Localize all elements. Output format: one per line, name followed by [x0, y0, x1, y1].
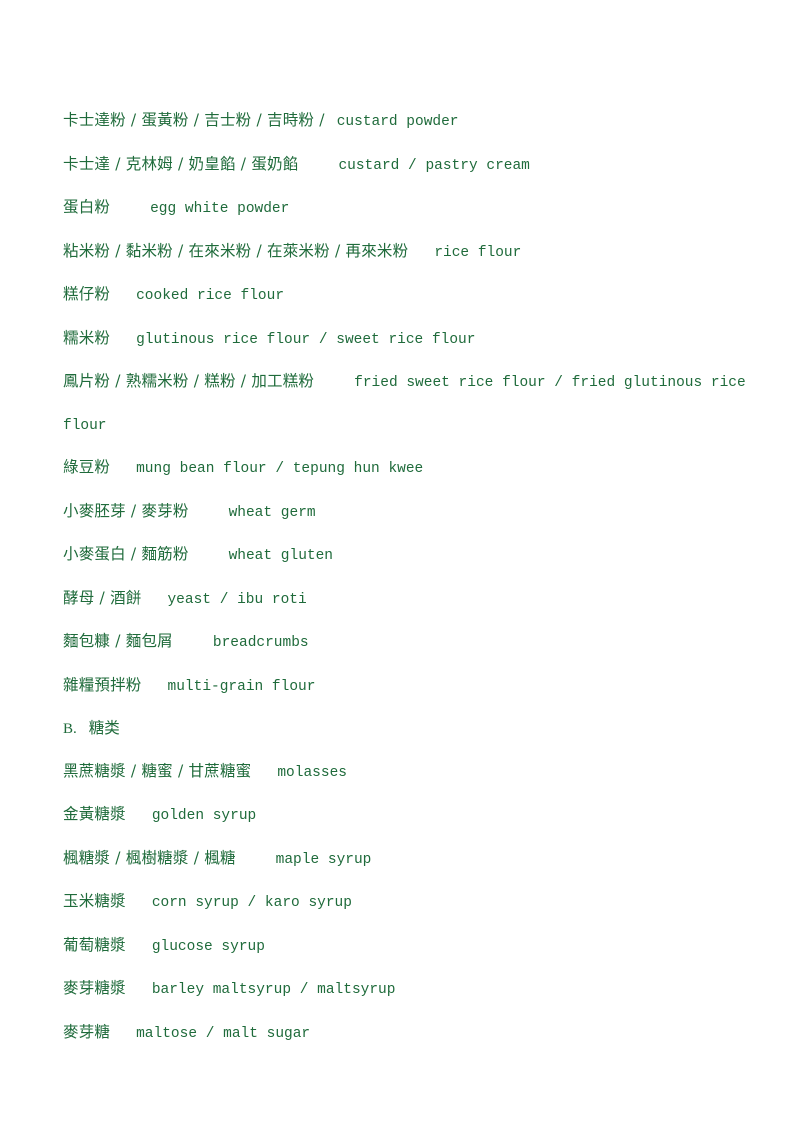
glossary-entry: 葡萄糖漿 glucose syrup [63, 925, 753, 969]
term-chinese: 小麥胚芽 / 麥芽粉 [63, 501, 189, 520]
term-english: egg white powder [150, 201, 290, 217]
term-chinese: 麥芽糖 [63, 1022, 111, 1041]
term-chinese: 黑蔗糖漿 / 糖蜜 / 甘蔗糖蜜 [63, 761, 252, 780]
term-chinese: 葡萄糖漿 [63, 935, 126, 954]
term-chinese: 金黃糖漿 [63, 805, 126, 823]
document-page: 卡士達粉 / 蛋黃粉 / 吉士粉 / 吉時粉 / custard powder 卡士… [0, 0, 794, 1123]
term-english: molasses [277, 764, 347, 781]
term-chinese: 綠豆粉 [63, 458, 111, 476]
term-english: barley maltsyrup / maltsyrup [151, 982, 396, 998]
term-english: glutinous rice flour / sweet rice flour [136, 331, 476, 348]
term-chinese: 卡士達 / 克林姆 / 奶皇餡 / 蛋奶餡 [63, 154, 299, 173]
term-english: yeast / ibu roti [167, 591, 307, 608]
term-english: custard / pastry cream [338, 157, 530, 174]
glossary-entry: 小麥蛋白 / 麵筋粉 wheat gluten [63, 534, 753, 578]
term-chinese: 鳳片粉 / 熟糯米粉 / 糕粉 / 加工糕粉 [63, 372, 315, 390]
term-chinese: 玉米糖漿 [63, 892, 126, 910]
term-english: breadcrumbs [212, 635, 309, 651]
term-chinese: 麵包糠 / 麵包屑 [63, 632, 173, 650]
term-english: maltose / malt sugar [136, 1025, 311, 1042]
term-english: rice flour [434, 244, 522, 261]
glossary-entry: 小麥胚芽 / 麥芽粉 wheat germ [63, 491, 753, 535]
term-chinese: 蛋白粉 [63, 198, 111, 216]
term-english: glucose syrup [151, 938, 265, 955]
term-chinese: 麥芽糖漿 [63, 979, 126, 997]
term-english: golden syrup [151, 808, 257, 824]
glossary-entry: 黑蔗糖漿 / 糖蜜 / 甘蔗糖蜜 molasses [63, 751, 753, 795]
glossary-entry: 酵母 / 酒餅 yeast / ibu roti [63, 578, 753, 622]
term-chinese: 小麥蛋白 / 麵筋粉 [63, 545, 189, 563]
glossary-entry: 楓糖漿 / 楓樹糖漿 / 楓糖 maple syrup [63, 838, 753, 882]
term-english: wheat gluten [228, 548, 333, 564]
term-chinese: 楓糖漿 / 楓樹糖漿 / 楓糖 [63, 848, 236, 867]
glossary-entry-list: 卡士達粉 / 蛋黃粉 / 吉士粉 / 吉時粉 / custard powder 卡士… [63, 100, 753, 1055]
glossary-entry: 鳳片粉 / 熟糯米粉 / 糕粉 / 加工糕粉 fried sweet rice f… [63, 361, 753, 447]
term-english: wheat germ [228, 504, 316, 521]
term-english: corn syrup / karo syrup [151, 895, 352, 911]
glossary-entry: 金黃糖漿 golden syrup [63, 794, 753, 838]
glossary-entry: 麥芽糖 maltose / malt sugar [63, 1012, 753, 1056]
glossary-entry: 粘米粉 / 黏米粉 / 在來米粉 / 在萊米粉 / 再來米粉 rice flour [63, 231, 753, 275]
term-english: maple syrup [275, 851, 372, 868]
glossary-entry: 綠豆粉 mung bean flour / tepung hun kwee [63, 447, 753, 491]
term-chinese: 粘米粉 / 黏米粉 / 在來米粉 / 在萊米粉 / 再來米粉 [63, 241, 409, 260]
term-chinese: 糕仔粉 [63, 285, 111, 303]
term-english: cooked rice flour [136, 288, 285, 304]
section-label: 糖类 [88, 719, 120, 737]
term-chinese: 卡士達粉 / 蛋黃粉 / 吉士粉 / 吉時粉 / [63, 111, 325, 129]
term-chinese: 糯米粉 [63, 328, 111, 347]
term-english: custard powder [336, 114, 459, 130]
glossary-entry: 蛋白粉 egg white powder [63, 187, 753, 231]
term-chinese: 雜糧預拌粉 [63, 675, 142, 694]
glossary-entry: 雜糧預拌粉 multi-grain flour [63, 665, 753, 709]
glossary-entry: 麥芽糖漿 barley maltsyrup / maltsyrup [63, 968, 753, 1012]
term-english: multi-grain flour [167, 678, 316, 695]
term-chinese: 酵母 / 酒餅 [63, 588, 142, 607]
glossary-entry: 糯米粉 glutinous rice flour / sweet rice flo… [63, 318, 753, 362]
term-english: mung bean flour / tepung hun kwee [136, 461, 424, 477]
section-heading: B. 糖类 [63, 708, 753, 751]
glossary-entry: 卡士達 / 克林姆 / 奶皇餡 / 蛋奶餡 custard / pastry cr… [63, 144, 753, 188]
glossary-entry: 麵包糠 / 麵包屑 breadcrumbs [63, 621, 753, 665]
section-marker: B. [63, 721, 77, 737]
glossary-entry: 玉米糖漿 corn syrup / karo syrup [63, 881, 753, 925]
glossary-entry: 糕仔粉 cooked rice flour [63, 274, 753, 318]
glossary-entry: 卡士達粉 / 蛋黃粉 / 吉士粉 / 吉時粉 / custard powder [63, 100, 753, 144]
